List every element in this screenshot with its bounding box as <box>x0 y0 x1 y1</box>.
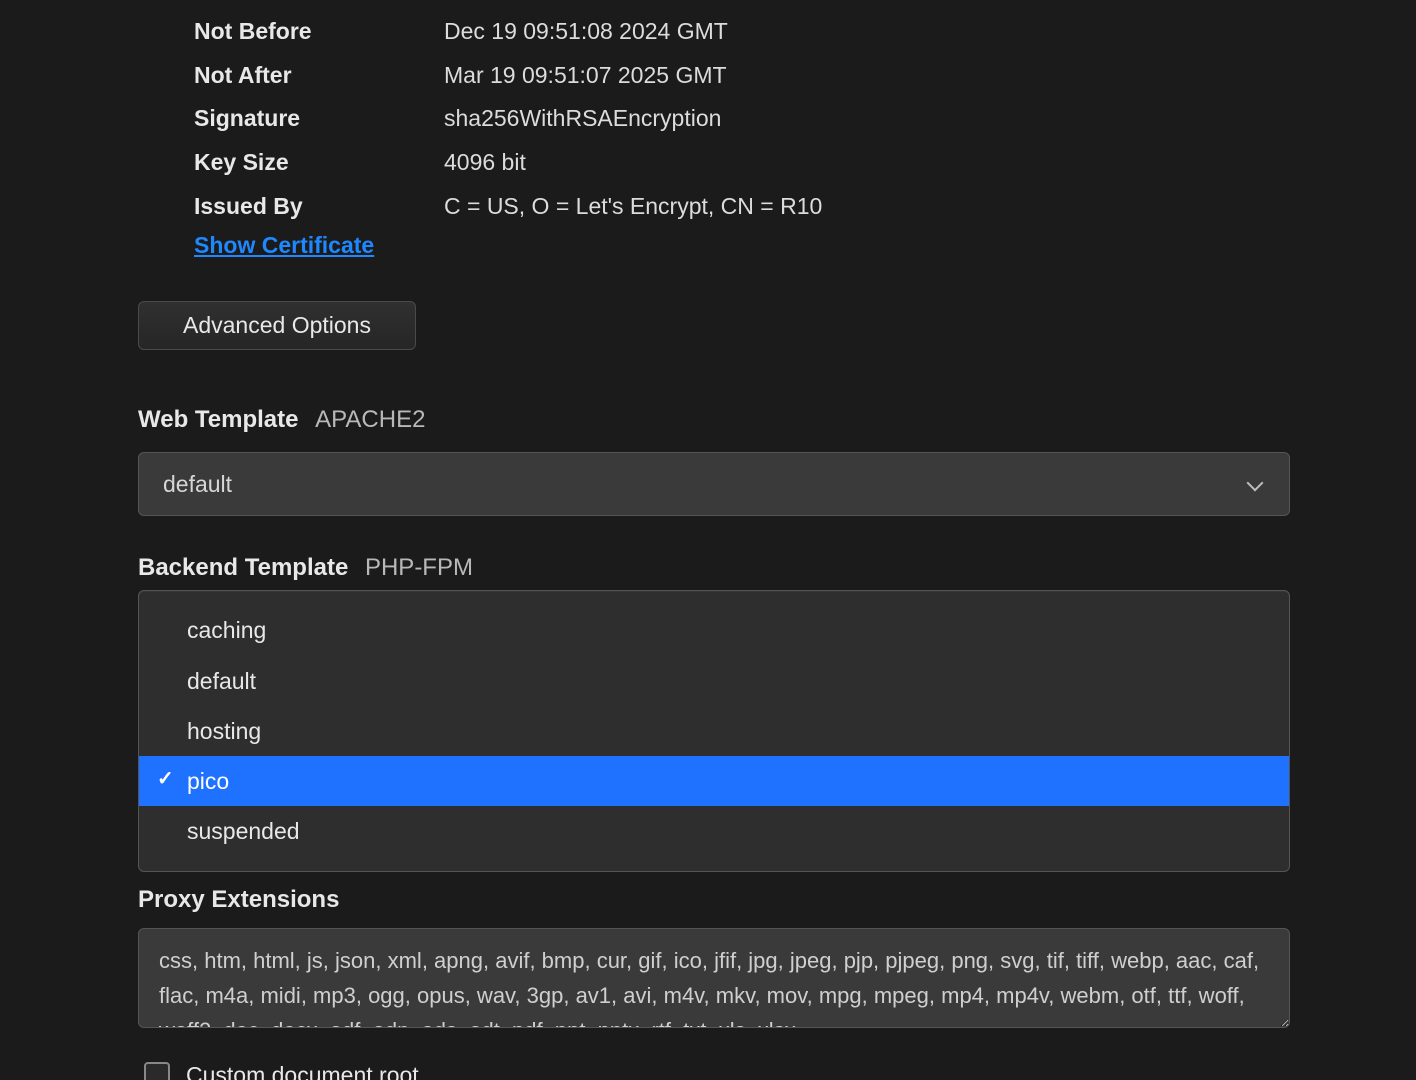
cert-value: sha256WithRSAEncryption <box>444 97 721 141</box>
backend-option-pico[interactable]: pico <box>139 756 1289 806</box>
web-template-sublabel: APACHE2 <box>315 406 425 433</box>
backend-template-label: Backend Template <box>138 554 348 581</box>
backend-option-hosting[interactable]: hosting <box>139 706 1289 756</box>
backend-option-caching[interactable]: caching <box>139 605 1289 655</box>
custom-document-root-label: Custom document root <box>186 1062 419 1080</box>
backend-option-default[interactable]: default <box>139 656 1289 706</box>
cert-label: Issued By <box>194 185 444 229</box>
cert-row-key-size: Key Size 4096 bit <box>138 141 1290 185</box>
cert-label: Not After <box>194 54 444 98</box>
backend-template-dropdown[interactable]: caching default hosting pico suspended <box>138 590 1290 871</box>
proxy-extensions-label: Proxy Extensions <box>138 886 1290 914</box>
proxy-extensions-textarea[interactable] <box>138 928 1290 1028</box>
custom-document-root-checkbox[interactable] <box>144 1062 170 1080</box>
backend-template-heading: Backend Template PHP-FPM <box>138 554 1290 582</box>
web-template-heading: Web Template APACHE2 <box>138 406 1290 434</box>
chevron-down-icon <box>1247 475 1265 493</box>
backend-template-sublabel: PHP-FPM <box>365 554 473 581</box>
cert-row-not-after: Not After Mar 19 09:51:07 2025 GMT <box>138 54 1290 98</box>
cert-value: Mar 19 09:51:07 2025 GMT <box>444 54 727 98</box>
cert-label: Not Before <box>194 10 444 54</box>
cert-row-issued-by: Issued By C = US, O = Let's Encrypt, CN … <box>138 185 1290 229</box>
web-template-label: Web Template <box>138 406 298 433</box>
cert-label: Key Size <box>194 141 444 185</box>
show-certificate-link[interactable]: Show Certificate <box>194 232 374 258</box>
cert-value: Dec 19 09:51:08 2024 GMT <box>444 10 728 54</box>
web-template-value: default <box>163 471 232 498</box>
web-template-select[interactable]: default <box>138 452 1290 516</box>
cert-row-signature: Signature sha256WithRSAEncryption <box>138 97 1290 141</box>
cert-row-not-before: Not Before Dec 19 09:51:08 2024 GMT <box>138 10 1290 54</box>
advanced-options-button[interactable]: Advanced Options <box>138 301 416 350</box>
cert-value: 4096 bit <box>444 141 526 185</box>
cert-label: Signature <box>194 97 444 141</box>
cert-value: C = US, O = Let's Encrypt, CN = R10 <box>444 185 822 229</box>
backend-option-suspended[interactable]: suspended <box>139 806 1289 856</box>
